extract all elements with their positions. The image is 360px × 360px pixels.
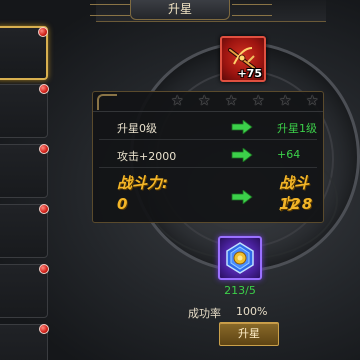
star-empty-icon: ★ [279, 93, 292, 109]
equipment-slot[interactable] [0, 264, 49, 318]
star-rating-header: ★ ★ ★ ★ ★ ★ [93, 92, 323, 112]
current-attack: 攻击+2000 [117, 150, 177, 163]
upgrade-star-button[interactable]: 升星 [219, 322, 279, 346]
notification-dot-icon [39, 84, 49, 94]
equipment-slot[interactable] [0, 324, 49, 360]
equipment-slot[interactable] [0, 144, 49, 198]
notification-dot-icon [38, 27, 48, 37]
arrow-right-icon [231, 120, 253, 134]
success-rate-label: 成功率 [188, 307, 221, 320]
row-divider [99, 139, 317, 140]
arrow-right-icon [231, 148, 253, 162]
star-empty-icon: ★ [198, 93, 211, 109]
equipment-slot[interactable] [0, 204, 49, 258]
star-empty-icon: ★ [306, 93, 319, 109]
notification-dot-icon [39, 264, 49, 274]
gem-glyph-icon [226, 242, 254, 274]
star-empty-icon: ★ [171, 93, 184, 109]
star-level-row: 升星0级 升星1级 [93, 114, 323, 140]
upgrade-screen: 升星 +75 ★ ★ ★ ★ ★ ★ 升星0级 升星1级 攻击+2000 +64… [0, 0, 360, 360]
row-divider [99, 167, 317, 168]
equipment-level: +75 [237, 67, 262, 80]
current-star-level: 升星0级 [117, 122, 157, 135]
title-ornament-left [90, 4, 130, 16]
equipment-slot-selected[interactable] [0, 26, 48, 80]
success-rate-value: 100% [236, 305, 268, 318]
page-title: 升星 [130, 0, 230, 20]
power-value-after: 128 [279, 195, 314, 213]
purple-gem-icon[interactable] [218, 236, 262, 280]
star-rating: ★ ★ ★ ★ ★ ★ [171, 94, 320, 110]
material-count: 213/5 [224, 284, 256, 297]
attack-increase: +64 [277, 148, 301, 161]
star-empty-icon: ★ [252, 93, 265, 109]
equipment-slot[interactable] [0, 84, 49, 138]
star-empty-icon: ★ [225, 93, 238, 109]
next-star-level: 升星1级 [277, 122, 317, 135]
notification-dot-icon [39, 204, 49, 214]
upgrade-preview-panel: ★ ★ ★ ★ ★ ★ 升星0级 升星1级 攻击+2000 +64 战斗力: 0… [92, 91, 324, 223]
title-ornament-right [232, 4, 272, 16]
red-crossbow-icon[interactable]: +75 [220, 36, 266, 82]
power-value-before: 0 [117, 195, 129, 213]
notification-dot-icon [39, 324, 49, 334]
power-label-before: 战斗力: [117, 174, 168, 192]
equipment-list[interactable] [0, 26, 52, 360]
attack-row: 攻击+2000 +64 [93, 142, 323, 168]
panel-corner-ornament [97, 94, 117, 110]
arrow-right-icon [231, 190, 253, 204]
notification-dot-icon [39, 144, 49, 154]
